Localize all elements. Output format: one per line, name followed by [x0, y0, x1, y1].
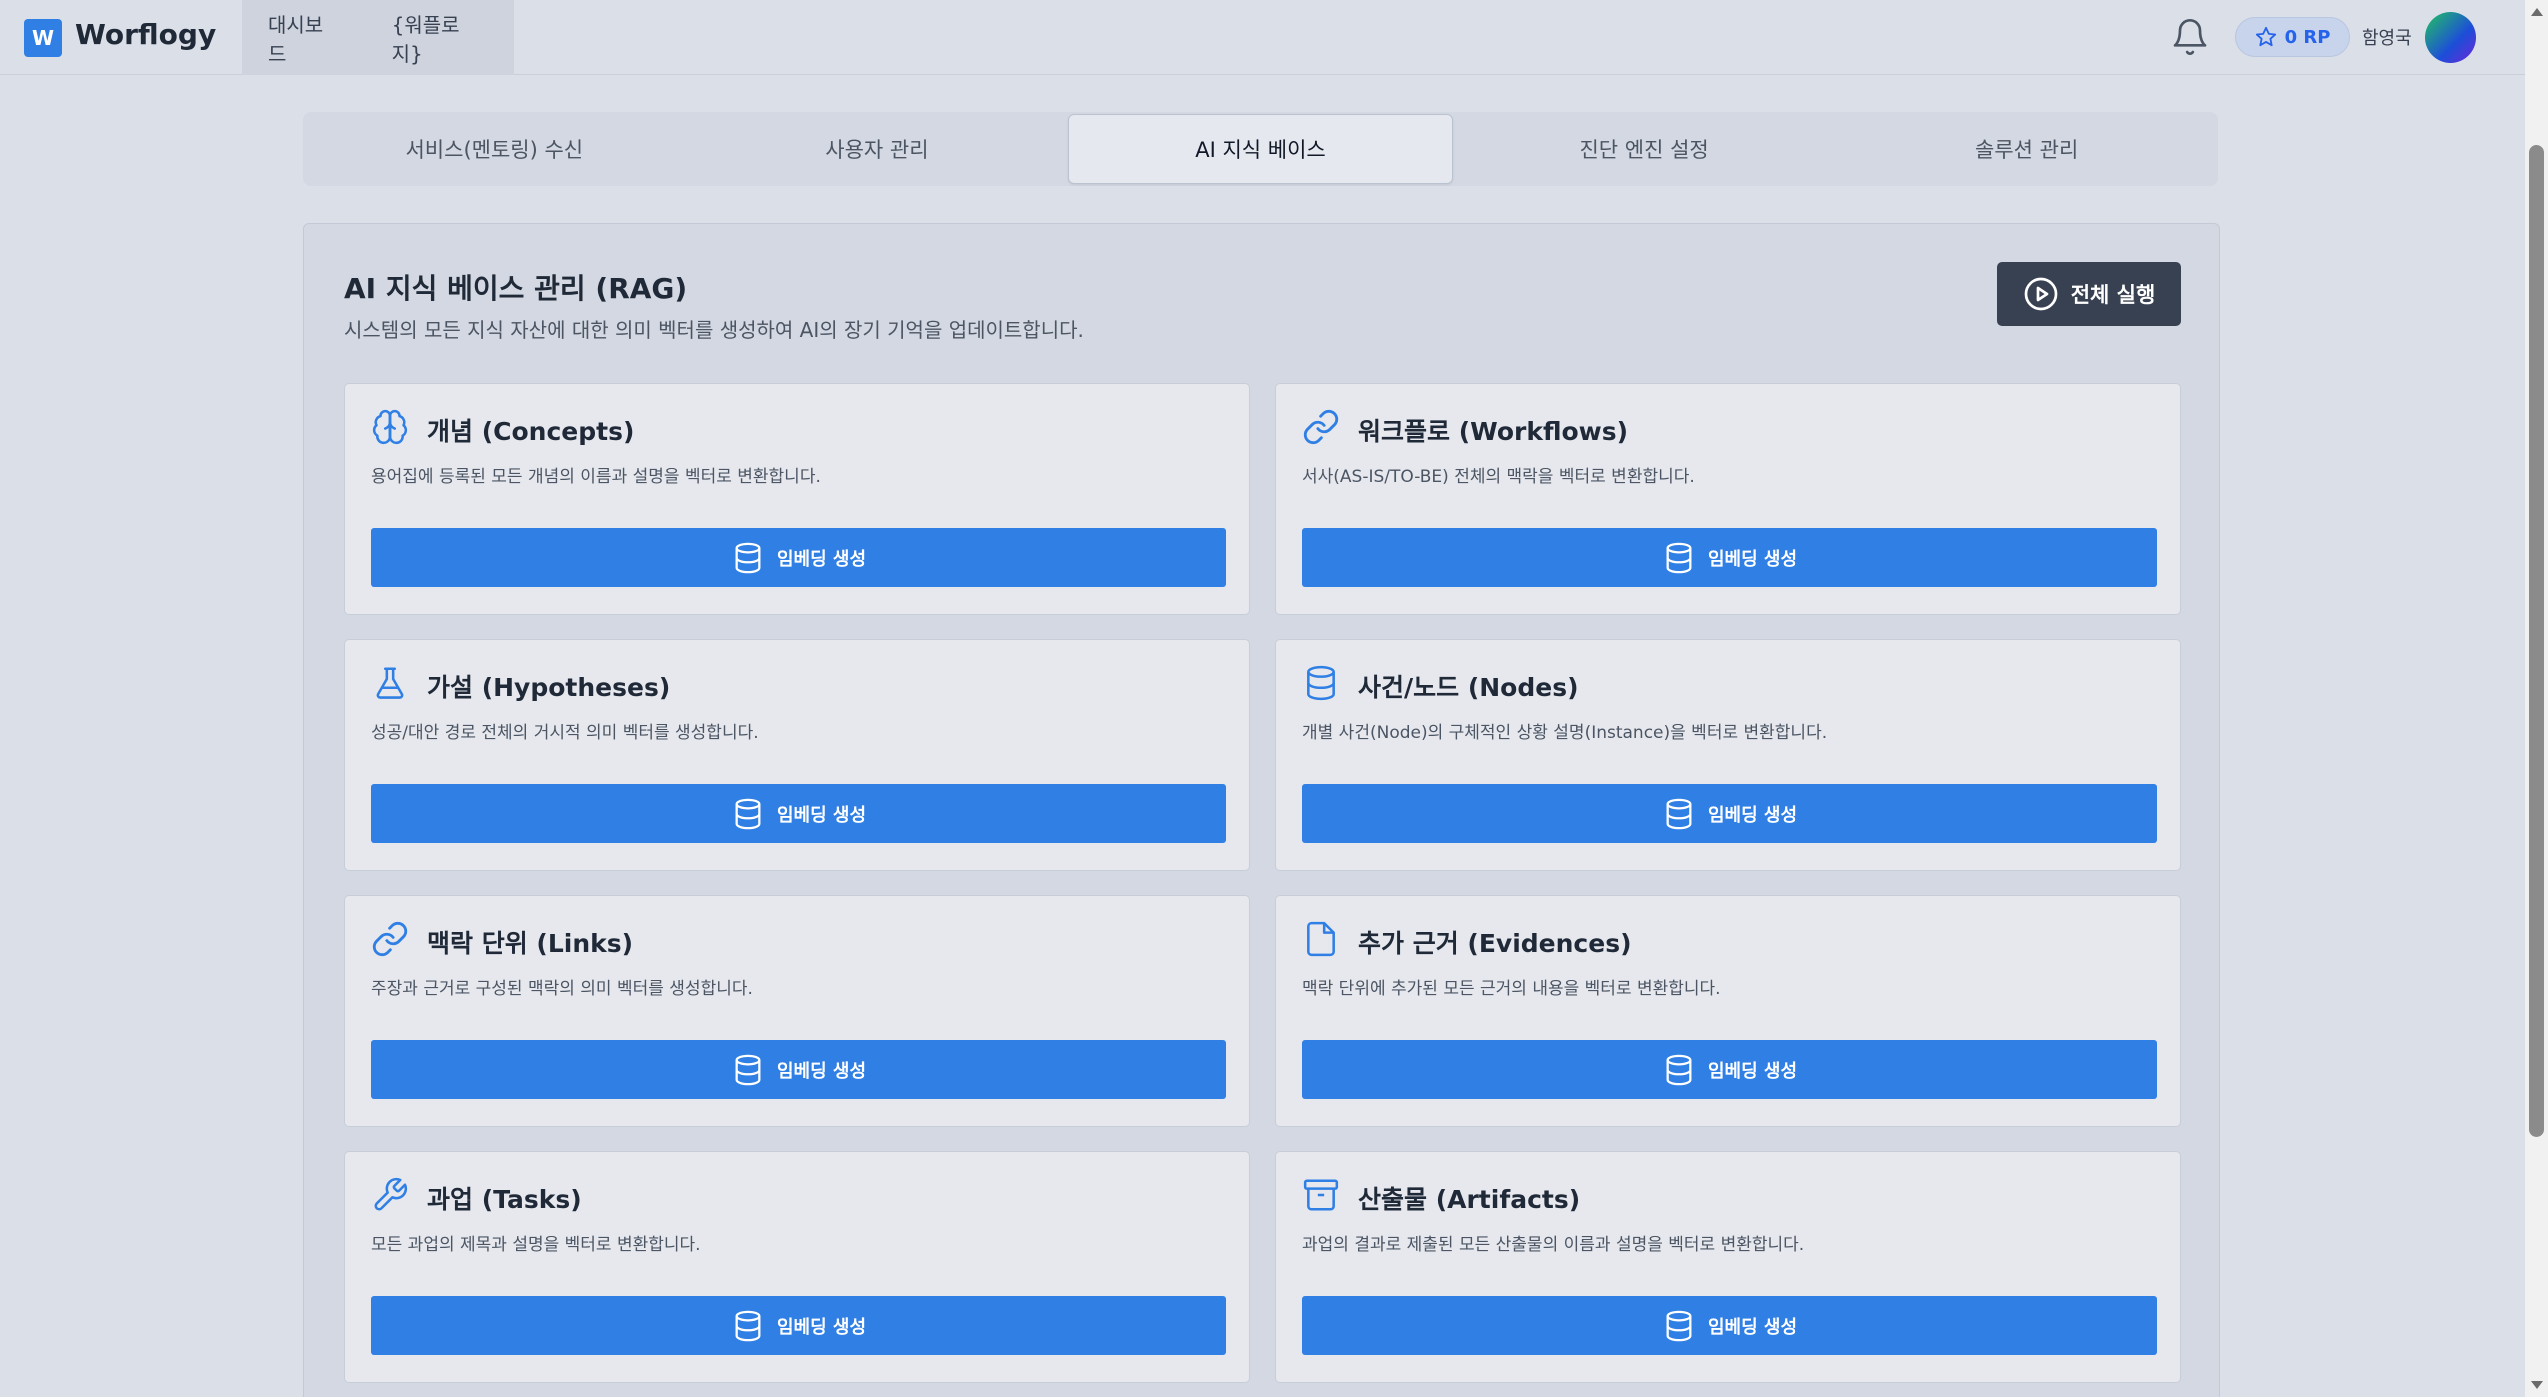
user-name[interactable]: 함영국	[2362, 24, 2412, 50]
button-label: 임베딩 생성	[776, 804, 867, 826]
file-icon	[1307, 921, 1335, 957]
generate-embedding-button[interactable]: 임베딩 생성	[1302, 784, 2157, 843]
card-title: 가설 (Hypotheses)	[427, 673, 671, 702]
run-all-button[interactable]: 전체 실행	[1997, 262, 2181, 326]
scroll-thumb[interactable]	[2529, 145, 2544, 1137]
generate-embedding-button[interactable]: 임베딩 생성	[1302, 1296, 2157, 1355]
card-tasks: 과업 (Tasks) 모든 과업의 제목과 설명을 벡터로 변환합니다. 임베딩…	[344, 1151, 1250, 1383]
flask-icon	[376, 667, 404, 699]
card-description: 서사(AS-IS/TO-BE) 전체의 맥락을 벡터로 변환합니다.	[1302, 467, 1695, 487]
card-title: 추가 근거 (Evidences)	[1358, 929, 1632, 958]
page-scrollbar[interactable]	[2525, 0, 2548, 1397]
database-icon	[1666, 1310, 1692, 1341]
app-name[interactable]: Worflogy	[75, 18, 216, 51]
nav-dashboard[interactable]: 대시보드	[242, 0, 366, 75]
button-label: 임베딩 생성	[776, 1060, 867, 1082]
link-icon	[372, 921, 408, 957]
card-description: 용어집에 등록된 모든 개념의 이름과 설명을 벡터로 변환합니다.	[371, 467, 821, 487]
card-workflows: 워크플로 (Workflows) 서사(AS-IS/TO-BE) 전체의 맥락을…	[1275, 383, 2181, 615]
card-title: 개념 (Concepts)	[427, 417, 635, 446]
archive-icon	[1303, 1179, 1339, 1211]
card-title: 워크플로 (Workflows)	[1358, 417, 1629, 446]
card-evidences: 추가 근거 (Evidences) 맥락 단위에 추가된 모든 근거의 내용을 …	[1275, 895, 2181, 1127]
card-nodes: 사건/노드 (Nodes) 개별 사건(Node)의 구체적인 상황 설명(In…	[1275, 639, 2181, 871]
card-description: 개별 사건(Node)의 구체적인 상황 설명(Instance)을 벡터로 변…	[1302, 723, 1828, 743]
tab-diagnosis-engine[interactable]: 진단 엔진 설정	[1453, 114, 1836, 184]
card-description: 맥락 단위에 추가된 모든 근거의 내용을 벡터로 변환합니다.	[1302, 979, 1721, 999]
tab-user-management[interactable]: 사용자 관리	[686, 114, 1069, 184]
star-icon	[2255, 26, 2276, 47]
database-icon	[735, 798, 761, 829]
main-nav: 대시보드 {워플로지}	[242, 0, 514, 75]
card-description: 과업의 결과로 제출된 모든 산출물의 이름과 설명을 벡터로 변환합니다.	[1302, 1235, 1805, 1255]
card-title: 맥락 단위 (Links)	[427, 929, 634, 958]
tab-solution-management[interactable]: 솔루션 관리	[1835, 114, 2218, 184]
page-title: AI 지식 베이스 관리 (RAG)	[344, 272, 688, 305]
button-label: 임베딩 생성	[1707, 548, 1798, 570]
database-icon	[1666, 798, 1692, 829]
generate-embedding-button[interactable]: 임베딩 생성	[1302, 528, 2157, 587]
wrench-icon	[374, 1177, 408, 1211]
database-icon	[1307, 665, 1335, 701]
link-icon	[1303, 409, 1339, 445]
run-all-label: 전체 실행	[2070, 283, 2156, 307]
database-icon	[735, 1054, 761, 1085]
card-title: 사건/노드 (Nodes)	[1358, 673, 1579, 702]
card-title: 과업 (Tasks)	[427, 1185, 582, 1214]
brain-icon	[372, 409, 408, 445]
play-circle-icon	[2024, 277, 2058, 311]
tab-mentoring[interactable]: 서비스(멘토링) 수신	[303, 114, 686, 184]
card-links: 맥락 단위 (Links) 주장과 근거로 구성된 맥락의 의미 벡터를 생성합…	[344, 895, 1250, 1127]
bell-icon[interactable]	[2170, 17, 2210, 57]
button-label: 임베딩 생성	[1707, 1316, 1798, 1338]
button-label: 임베딩 생성	[776, 1316, 867, 1338]
top-header: W Worflogy 대시보드 {워플로지} 0 RP 함영국	[0, 0, 2525, 75]
button-label: 임베딩 생성	[1707, 1060, 1798, 1082]
admin-tabs: 서비스(멘토링) 수신 사용자 관리 AI 지식 베이스 진단 엔진 설정 솔루…	[303, 112, 2218, 186]
avatar[interactable]	[2425, 12, 2476, 63]
database-icon	[735, 1310, 761, 1341]
card-description: 주장과 근거로 구성된 맥락의 의미 벡터를 생성합니다.	[371, 979, 753, 999]
page-subtitle: 시스템의 모든 지식 자산에 대한 의미 벡터를 생성하여 AI의 장기 기억을…	[344, 318, 1084, 342]
points-badge[interactable]: 0 RP	[2235, 17, 2350, 57]
generate-embedding-button[interactable]: 임베딩 생성	[371, 1040, 1226, 1099]
card-concepts: 개념 (Concepts) 용어집에 등록된 모든 개념의 이름과 설명을 벡터…	[344, 383, 1250, 615]
scroll-up-arrow-icon[interactable]	[2531, 8, 2543, 16]
logo-icon[interactable]: W	[24, 19, 62, 57]
database-icon	[1666, 542, 1692, 573]
generate-embedding-button[interactable]: 임베딩 생성	[1302, 1040, 2157, 1099]
database-icon	[1666, 1054, 1692, 1085]
nav-worflogy[interactable]: {워플로지}	[366, 0, 514, 75]
button-label: 임베딩 생성	[776, 548, 867, 570]
knowledge-base-panel: AI 지식 베이스 관리 (RAG) 시스템의 모든 지식 자산에 대한 의미 …	[303, 223, 2220, 1397]
generate-embedding-button[interactable]: 임베딩 생성	[371, 528, 1226, 587]
button-label: 임베딩 생성	[1707, 804, 1798, 826]
card-artifacts: 산출물 (Artifacts) 과업의 결과로 제출된 모든 산출물의 이름과 …	[1275, 1151, 2181, 1383]
card-description: 성공/대안 경로 전체의 거시적 의미 벡터를 생성합니다.	[371, 723, 759, 743]
generate-embedding-button[interactable]: 임베딩 생성	[371, 784, 1226, 843]
points-value: 0 RP	[2284, 26, 2331, 48]
tab-ai-knowledge-base[interactable]: AI 지식 베이스	[1068, 114, 1453, 184]
database-icon	[735, 542, 761, 573]
scroll-down-arrow-icon[interactable]	[2531, 1381, 2543, 1389]
generate-embedding-button[interactable]: 임베딩 생성	[371, 1296, 1226, 1355]
card-description: 모든 과업의 제목과 설명을 벡터로 변환합니다.	[371, 1235, 701, 1255]
card-title: 산출물 (Artifacts)	[1358, 1185, 1581, 1214]
card-hypotheses: 가설 (Hypotheses) 성공/대안 경로 전체의 거시적 의미 벡터를 …	[344, 639, 1250, 871]
